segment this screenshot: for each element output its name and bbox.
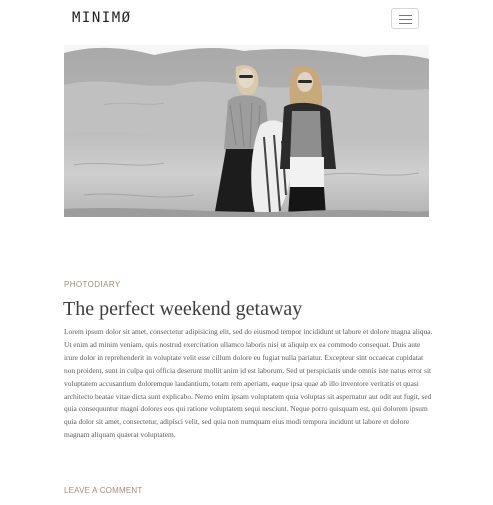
post-title[interactable]: The perfect weekend getaway: [63, 296, 302, 322]
post-body: Lorem ipsum dolor sit amet, consectetur …: [64, 327, 433, 440]
post-category[interactable]: PHOTODIARY: [64, 280, 121, 289]
menu-toggle-button[interactable]: [391, 8, 419, 29]
hero-photo: [64, 45, 429, 217]
leave-comment-link[interactable]: LEAVE A COMMENT: [64, 486, 142, 495]
hamburger-menu-icon: [399, 15, 412, 16]
site-logo[interactable]: MINIMØ: [72, 9, 132, 27]
hamburger-menu-icon-line: [399, 19, 412, 20]
site-header: MINIMØ: [0, 0, 493, 44]
hero-slider[interactable]: [64, 45, 429, 217]
hamburger-menu-icon-line: [399, 23, 412, 24]
